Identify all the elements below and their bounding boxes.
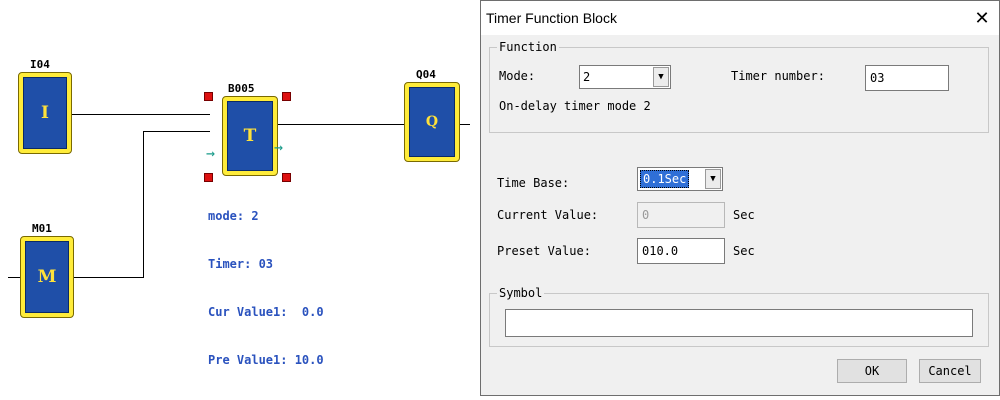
- dialog-title: Timer Function Block: [486, 10, 617, 26]
- selection-handle-tr[interactable]: [282, 92, 291, 101]
- selection-handle-tl[interactable]: [204, 92, 213, 101]
- output-block-q04[interactable]: Q: [404, 82, 460, 162]
- arrow-in-icon: →: [206, 144, 216, 162]
- block-letter: I: [41, 103, 49, 123]
- block-label-b005: B005: [228, 82, 255, 95]
- symbol-group-label: Symbol: [497, 286, 545, 300]
- block-body: I: [23, 77, 67, 149]
- ok-button[interactable]: OK: [837, 359, 907, 383]
- block-label-q04: Q04: [416, 68, 436, 81]
- cancel-button[interactable]: Cancel: [919, 359, 981, 383]
- wire-t-to-q: [276, 124, 406, 125]
- current-value-input: 0: [637, 202, 725, 228]
- mode-value: 2: [583, 70, 591, 84]
- section-divider: [489, 132, 989, 133]
- preset-value-label: Preset Value:: [497, 244, 591, 258]
- ladder-canvas[interactable]: I04 I M01 M B005 T → → mode: 2 Timer: 03…: [0, 0, 478, 396]
- mode-select[interactable]: 2 ▼: [579, 65, 671, 89]
- wire-i04-out: [70, 114, 210, 115]
- preset-value-input[interactable]: 010.0: [637, 238, 725, 264]
- marker-block-m01[interactable]: M: [20, 236, 74, 318]
- block-label-m01: M01: [32, 222, 52, 235]
- time-base-value: 0.1Sec: [640, 170, 690, 188]
- timer-info-timer: Timer: 03: [208, 257, 274, 271]
- chevron-down-icon[interactable]: ▼: [705, 169, 721, 189]
- current-value-label: Current Value:: [497, 208, 599, 222]
- wire-to-t-input2: [143, 131, 210, 132]
- timer-number-input[interactable]: 03: [865, 65, 949, 91]
- block-body: M: [25, 241, 69, 313]
- timer-block-b005[interactable]: T: [222, 96, 278, 176]
- block-letter: T: [243, 126, 257, 146]
- time-base-select[interactable]: 0.1Sec ▼: [637, 167, 723, 191]
- wire-m01-out: [72, 277, 143, 278]
- input-block-i04[interactable]: I: [18, 72, 72, 154]
- arrow-out-icon: →: [274, 138, 284, 156]
- dialog-titlebar[interactable]: Timer Function Block ✕: [481, 1, 999, 35]
- preset-value-unit: Sec: [733, 244, 755, 258]
- chevron-down-icon[interactable]: ▼: [653, 67, 669, 87]
- close-icon[interactable]: ✕: [965, 1, 999, 35]
- timer-function-dialog: Timer Function Block ✕ Function Mode: 2 …: [480, 0, 1000, 396]
- block-body: T: [227, 101, 273, 171]
- block-label-i04: I04: [30, 58, 50, 71]
- time-base-label: Time Base:: [497, 176, 570, 190]
- timer-info-mode: mode: 2: [208, 209, 259, 223]
- wire-m-left: [8, 277, 20, 278]
- function-group-label: Function: [497, 40, 559, 54]
- timer-info: mode: 2 Timer: 03 Cur Value1: 0.0 Pre Va…: [208, 176, 324, 400]
- block-letter: Q: [425, 114, 439, 130]
- block-letter: M: [37, 267, 57, 287]
- timer-info-cur: Cur Value1: 0.0: [208, 305, 324, 319]
- symbol-input[interactable]: [505, 309, 973, 337]
- timer-number-label: Timer number:: [731, 69, 825, 83]
- timer-info-pre: Pre Value1: 10.0: [208, 353, 324, 367]
- wire-vertical: [143, 131, 144, 278]
- mode-label: Mode:: [499, 69, 536, 83]
- block-body: Q: [409, 87, 455, 157]
- function-description: On-delay timer mode 2: [499, 99, 651, 113]
- current-value-unit: Sec: [733, 208, 755, 222]
